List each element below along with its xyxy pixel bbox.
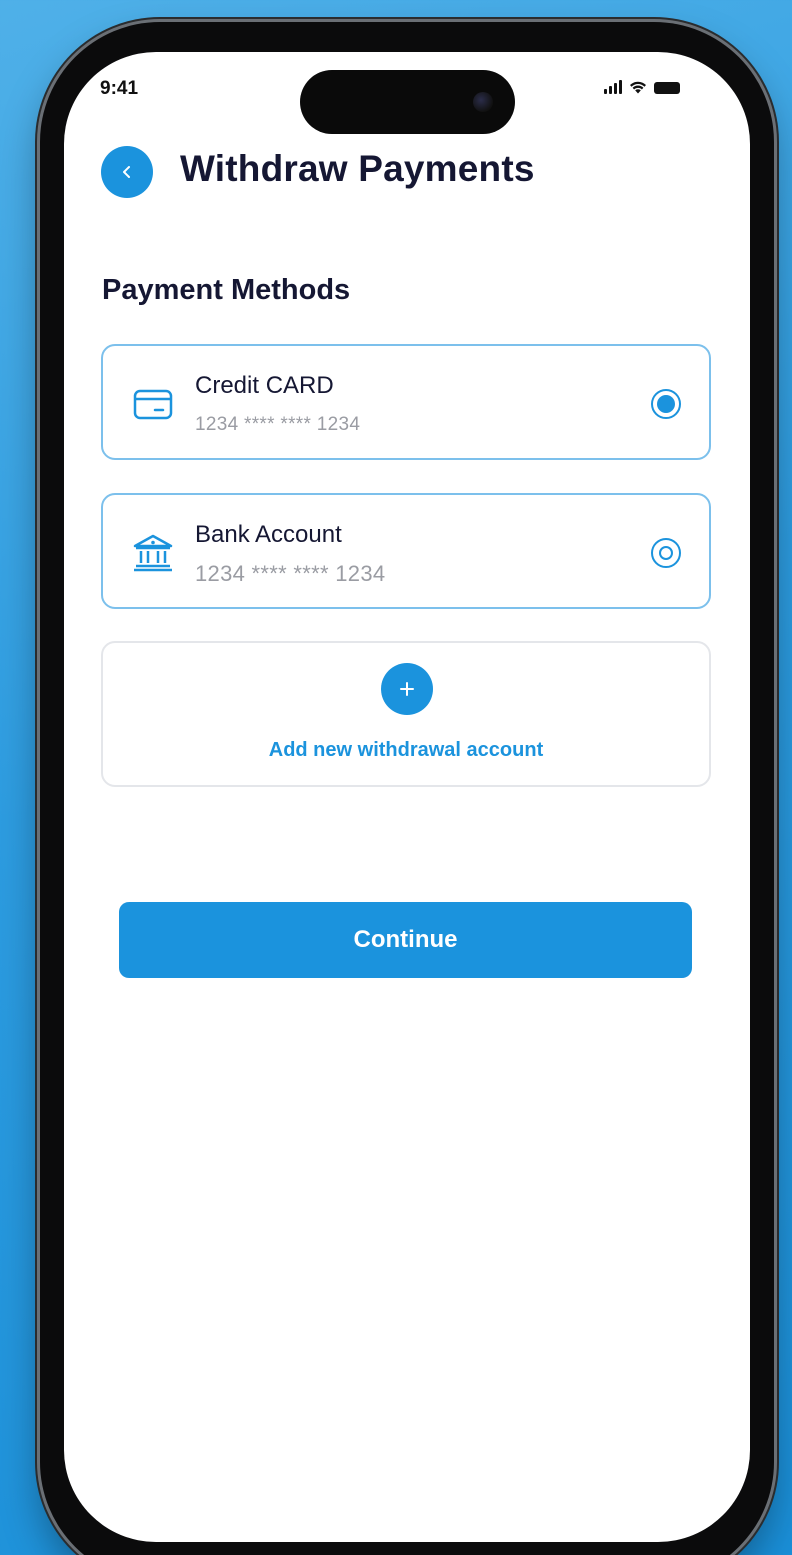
- continue-button[interactable]: Continue: [119, 902, 692, 978]
- radio-inner-ring: [659, 546, 673, 560]
- wifi-icon: [630, 81, 646, 94]
- radio-unselected[interactable]: [651, 538, 681, 568]
- status-bar-icons: [604, 80, 680, 94]
- plus-glyph: [400, 682, 414, 696]
- credit-card-icon: [133, 389, 173, 420]
- plus-icon[interactable]: [381, 663, 433, 715]
- method-name: Bank Account: [195, 521, 342, 548]
- status-bar-time: 9:41: [100, 78, 139, 99]
- battery-icon: [654, 82, 680, 94]
- radio-selected[interactable]: [651, 389, 681, 419]
- payment-method-credit-card[interactable]: Credit CARD 1234 **** **** 1234: [101, 344, 711, 460]
- bank-icon: [133, 534, 173, 572]
- section-title: Payment Methods: [102, 274, 351, 306]
- method-number: 1234 **** **** 1234: [195, 561, 386, 586]
- method-number: 1234 **** **** 1234: [195, 414, 361, 435]
- dynamic-island: [300, 70, 515, 134]
- back-button[interactable]: [101, 146, 153, 198]
- method-name: Credit CARD: [195, 372, 334, 399]
- radio-dot: [657, 395, 675, 413]
- add-account-label[interactable]: Add new withdrawal account: [103, 739, 709, 762]
- add-withdrawal-account-card[interactable]: Add new withdrawal account: [101, 641, 711, 787]
- payment-method-bank-account[interactable]: Bank Account 1234 **** **** 1234: [101, 493, 711, 609]
- cellular-signal-icon: [604, 80, 622, 94]
- front-camera: [473, 92, 493, 112]
- chevron-left-icon: [123, 166, 130, 178]
- page-title: Withdraw Payments: [180, 148, 535, 189]
